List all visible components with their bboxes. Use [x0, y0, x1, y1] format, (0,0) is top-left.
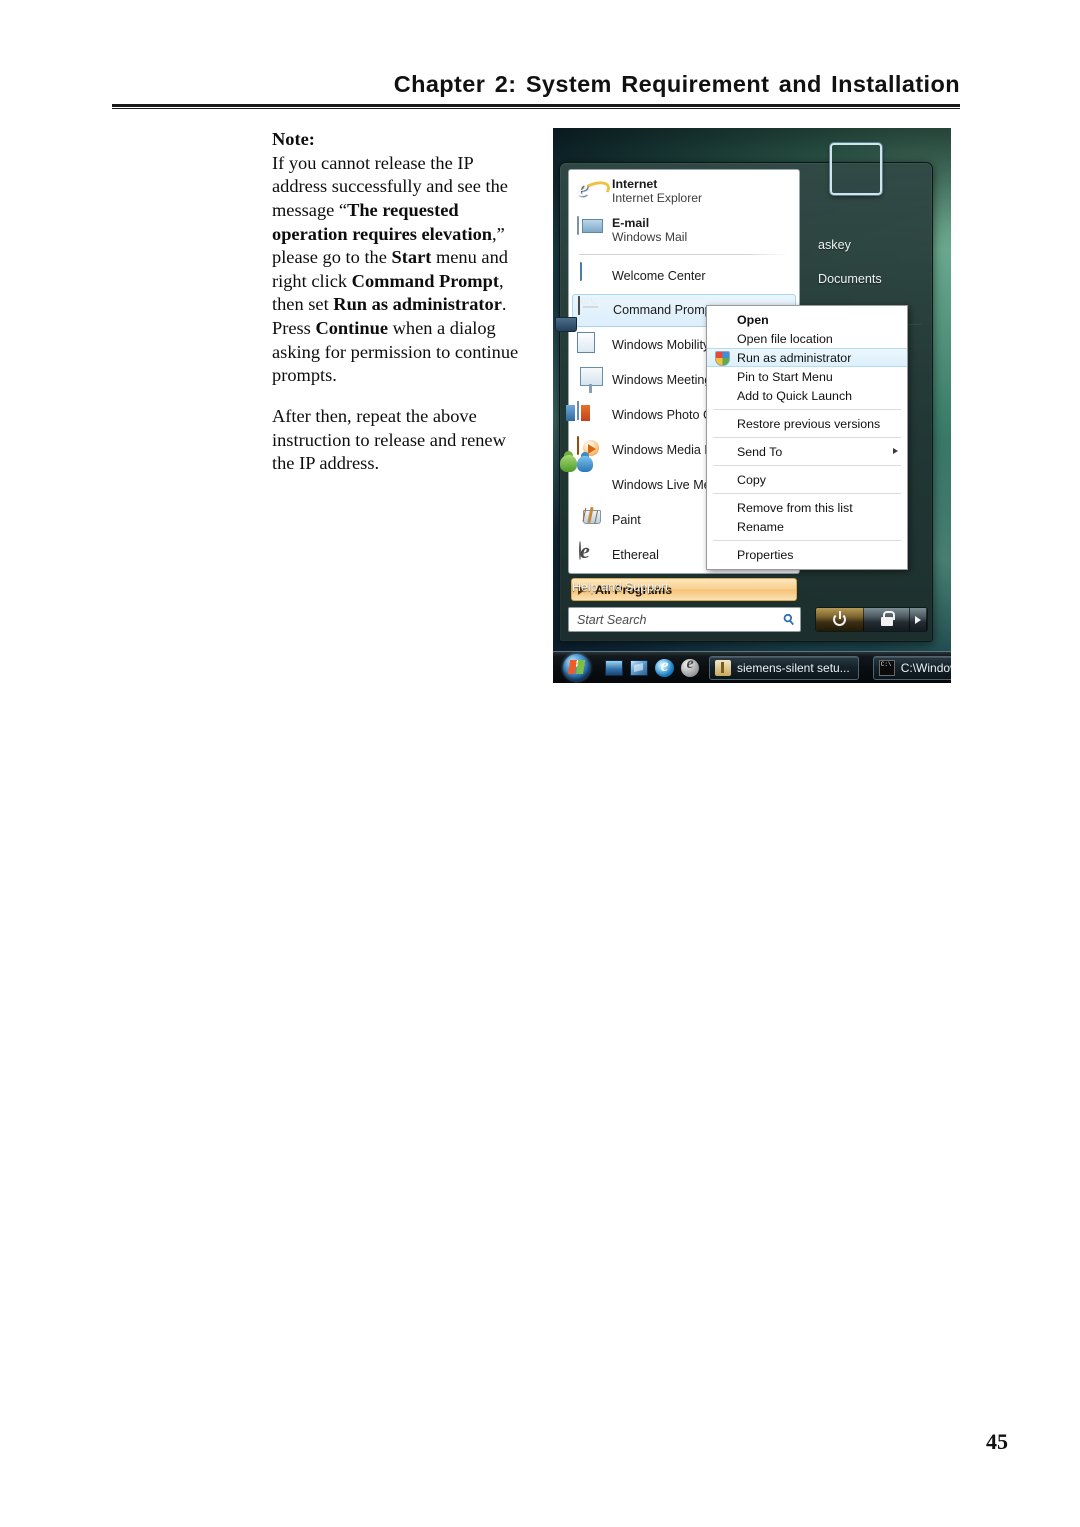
- context-menu-item-copy[interactable]: Copy: [707, 470, 907, 489]
- taskbar-window-command-prompt[interactable]: C:\Window: [872, 655, 951, 680]
- vista-start-menu-screenshot: Internet Internet Explorer E-mail Window…: [553, 128, 951, 683]
- context-menu-item-remove-from-this-list[interactable]: Remove from this list: [707, 498, 907, 517]
- note-p1-bold4: Run as administrator: [333, 294, 502, 315]
- page-number: 45: [986, 1429, 1008, 1454]
- power-options-button[interactable]: [910, 608, 927, 631]
- note-p2-text1: Press: [272, 318, 316, 339]
- note-paragraph-2: Press Continue when a dialog asking for …: [272, 317, 530, 388]
- command-prompt-icon: [578, 295, 606, 325]
- search-icon: ⚲: [779, 609, 798, 629]
- start-item-paint-label: Paint: [612, 513, 641, 528]
- start-item-email[interactable]: E-mail Windows Mail: [572, 212, 796, 250]
- command-prompt-icon: [878, 659, 895, 676]
- context-menu-separator: [713, 437, 901, 438]
- taskbar: siemens-silent setu... C:\Window: [553, 651, 951, 683]
- context-menu-separator: [713, 465, 901, 466]
- ethereal-icon[interactable]: [681, 655, 699, 677]
- quick-launch-bar: [605, 655, 699, 677]
- chevron-right-icon: [915, 615, 921, 624]
- start-menu-divider: [579, 254, 789, 255]
- welcome-center-icon: [577, 261, 605, 291]
- taskbar-window-command-prompt-label: C:\Window: [900, 660, 951, 675]
- ethereal-icon: [577, 540, 605, 570]
- context-menu-item-pin-to-start-menu[interactable]: Pin to Start Menu: [707, 367, 907, 386]
- switch-windows-icon[interactable]: [630, 659, 648, 676]
- taskbar-window-siemens-silent-setup-label: siemens-silent setu...: [737, 660, 850, 675]
- context-menu-item-add-to-quick-launch[interactable]: Add to Quick Launch: [707, 386, 907, 405]
- note-p1-bold3: Command Prompt: [351, 270, 499, 291]
- help-and-support-item[interactable]: Help and Support: [560, 575, 926, 599]
- note-paragraph-3: After then, repeat the above instruction…: [272, 406, 506, 474]
- user-avatar[interactable]: [830, 143, 882, 195]
- start-item-internet-title: Internet: [612, 177, 658, 192]
- internet-explorer-icon: [577, 178, 605, 206]
- chapter-title: Chapter 2: System Requirement and Instal…: [393, 71, 960, 97]
- paint-icon: [577, 507, 605, 535]
- context-menu-item-open[interactable]: Open: [707, 310, 907, 329]
- page-header: Chapter 2: System Requirement and Instal…: [112, 71, 960, 109]
- note-p1-text5: .: [501, 294, 507, 315]
- windows-live-messenger-icon: [577, 472, 605, 500]
- start-item-internet-subtitle: Internet Explorer: [612, 191, 703, 206]
- windows-photo-gallery-icon: [577, 400, 605, 430]
- windows-logo-icon: [562, 654, 590, 681]
- context-menu-item-restore-previous-versions[interactable]: Restore previous versions: [707, 414, 907, 433]
- header-rule: [112, 103, 960, 109]
- uac-shield-icon: [715, 351, 730, 366]
- start-search-placeholder: Start Search: [577, 612, 647, 627]
- start-item-command-prompt-label: Command Prompt: [613, 303, 716, 318]
- note-heading: Note:: [272, 129, 315, 149]
- context-menu-item-properties[interactable]: Properties: [707, 545, 907, 564]
- context-menu-item-send-to[interactable]: Send To: [707, 442, 907, 461]
- windows-mail-icon: [577, 216, 605, 245]
- start-item-email-title: E-mail: [612, 216, 650, 231]
- shut-down-button[interactable]: [816, 608, 864, 631]
- power-icon: [833, 611, 846, 626]
- context-menu-item-run-as-administrator-label: Run as administrator: [737, 350, 852, 365]
- note-paragraph-1: If you cannot release the IP address suc…: [272, 152, 530, 317]
- context-menu-separator: [713, 540, 901, 541]
- setup-icon: [715, 659, 731, 676]
- windows-meeting-space-icon: [577, 367, 605, 395]
- lock-button[interactable]: [864, 608, 910, 631]
- power-button-group: [815, 607, 928, 632]
- start-item-email-subtitle: Windows Mail: [612, 230, 688, 245]
- lock-icon: [880, 610, 895, 626]
- start-item-welcome-center[interactable]: Welcome Center: [572, 260, 796, 293]
- right-item-documents[interactable]: Documents: [806, 265, 922, 293]
- start-item-ethereal-label: Ethereal: [612, 548, 659, 563]
- chevron-right-icon: [893, 448, 898, 454]
- context-menu-item-rename[interactable]: Rename: [707, 517, 907, 536]
- internet-explorer-icon[interactable]: [655, 655, 674, 677]
- context-menu: Open Open file location Run as administr…: [706, 305, 908, 570]
- note-p1-bold2: Start: [391, 247, 432, 268]
- context-menu-item-run-as-administrator[interactable]: Run as administrator: [707, 348, 907, 367]
- start-search-box[interactable]: Start Search ⚲: [568, 607, 801, 632]
- start-item-internet[interactable]: Internet Internet Explorer: [572, 173, 796, 211]
- start-button[interactable]: [557, 654, 595, 682]
- note-column: Note: If you cannot release the IP addre…: [272, 128, 530, 476]
- context-menu-separator: [713, 409, 901, 410]
- context-menu-item-open-file-location[interactable]: Open file location: [707, 329, 907, 348]
- show-desktop-icon[interactable]: [605, 659, 623, 676]
- user-name[interactable]: askey: [806, 231, 922, 259]
- windows-mobility-center-icon: [577, 332, 605, 360]
- start-item-welcome-center-label: Welcome Center: [612, 269, 706, 284]
- context-menu-separator: [713, 493, 901, 494]
- taskbar-window-siemens-silent-setup[interactable]: siemens-silent setu...: [709, 655, 859, 680]
- note-p2-bold1: Continue: [315, 318, 388, 339]
- context-menu-item-send-to-label: Send To: [737, 444, 783, 459]
